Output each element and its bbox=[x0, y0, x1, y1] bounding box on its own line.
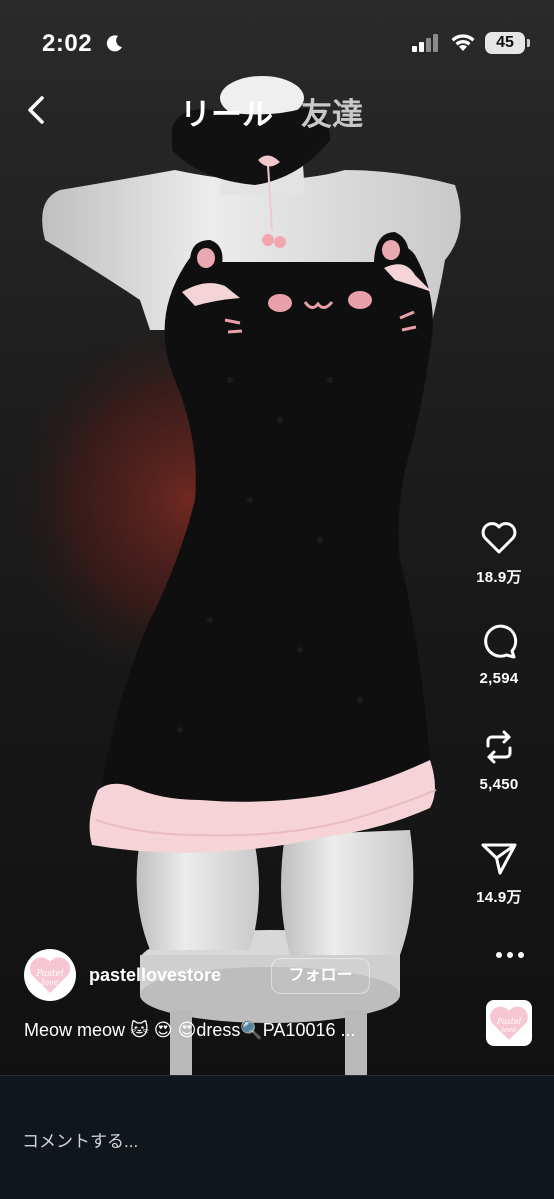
svg-text:love: love bbox=[42, 978, 59, 987]
comment-bar: コメントする... bbox=[0, 1075, 554, 1199]
comment-button[interactable]: 2,594 bbox=[444, 620, 554, 687]
moon-icon bbox=[106, 35, 122, 52]
share-count: 14.9万 bbox=[476, 889, 522, 906]
pastel-love-logo: Pastel love bbox=[29, 957, 71, 993]
paper-plane-icon bbox=[481, 843, 517, 875]
like-count: 18.9万 bbox=[476, 569, 522, 586]
status-bar: 2:02 45 bbox=[0, 0, 554, 80]
back-arrow-icon[interactable] bbox=[22, 92, 52, 128]
avatar[interactable]: Pastel love bbox=[24, 949, 76, 1001]
wifi-icon bbox=[451, 34, 475, 51]
battery-indicator: 45 bbox=[485, 32, 530, 54]
like-button[interactable]: 18.9万 bbox=[444, 516, 554, 587]
tab-reels[interactable]: リール bbox=[180, 89, 273, 134]
pastel-love-logo: Pastel love bbox=[490, 1006, 528, 1040]
svg-text:love: love bbox=[502, 1026, 517, 1034]
audio-thumbnail[interactable]: Pastel love bbox=[486, 1000, 532, 1046]
svg-text:Pastel: Pastel bbox=[496, 1017, 522, 1026]
heart-icon bbox=[481, 522, 517, 554]
cellular-signal-icon bbox=[412, 34, 438, 52]
username[interactable]: pastellovestore bbox=[89, 965, 221, 986]
reel-tabs: リール 友達 bbox=[180, 90, 363, 132]
post-caption[interactable]: Meow meow 🐱 😍 😍dress🔍PA10016 ... bbox=[24, 1020, 356, 1041]
share-button[interactable]: 14.9万 bbox=[444, 836, 554, 907]
repost-button[interactable]: 5,450 bbox=[444, 726, 554, 793]
follow-button[interactable]: フォロー bbox=[271, 958, 370, 994]
more-options-icon[interactable] bbox=[494, 950, 526, 960]
status-time: 2:02 bbox=[42, 30, 93, 57]
repost-count: 5,450 bbox=[479, 776, 519, 793]
comment-count: 2,594 bbox=[479, 670, 519, 687]
speech-bubble-icon bbox=[484, 624, 518, 659]
comment-input[interactable]: コメントする... bbox=[22, 1127, 138, 1152]
tab-friends[interactable]: 友達 bbox=[301, 89, 363, 134]
repost-icon bbox=[486, 730, 512, 764]
